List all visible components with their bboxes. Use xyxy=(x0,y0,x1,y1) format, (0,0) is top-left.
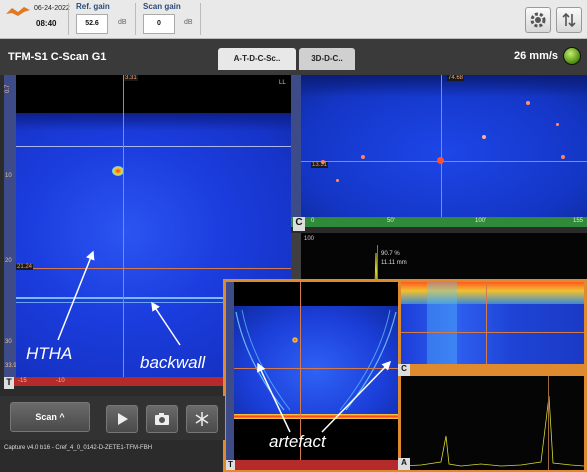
htha-annotation: HTHA xyxy=(26,344,73,363)
artefact-annotation: artefact xyxy=(269,432,326,451)
play-button[interactable] xyxy=(106,405,138,433)
camera-icon xyxy=(155,413,169,425)
play-icon xyxy=(118,413,128,425)
snowflake-icon xyxy=(195,412,209,426)
scan-menu-button[interactable]: Scan ^ xyxy=(10,402,90,432)
freeze-button[interactable] xyxy=(186,405,218,433)
capture-footer: Capture v4.0 b16 - Cref_4_0_0142-D-ZETE1… xyxy=(4,445,153,451)
snapshot-button[interactable] xyxy=(146,405,178,433)
backwall-annotation: backwall xyxy=(140,353,206,372)
